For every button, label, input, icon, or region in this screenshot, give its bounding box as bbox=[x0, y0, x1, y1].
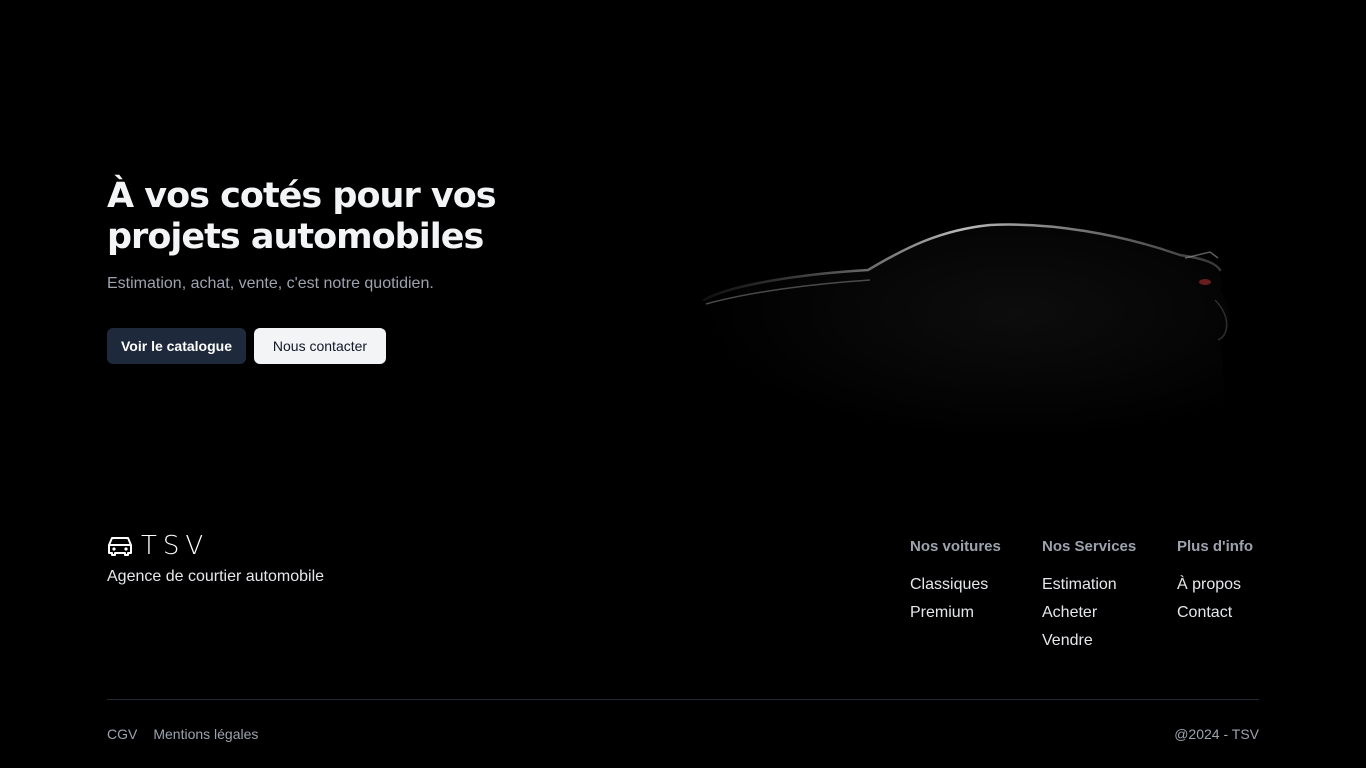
footer-link-estimation[interactable]: Estimation bbox=[1042, 571, 1136, 599]
logo-text: TSV bbox=[141, 531, 210, 561]
cgv-link[interactable]: CGV bbox=[107, 726, 137, 742]
footer-column-plus-info: Plus d'info À propos Contact bbox=[1177, 538, 1253, 627]
catalogue-button[interactable]: Voir le catalogue bbox=[107, 328, 246, 364]
hero-subtitle: Estimation, achat, vente, c'est notre qu… bbox=[107, 275, 434, 292]
legal-links: CGV Mentions légales bbox=[107, 726, 258, 742]
footer-logo[interactable]: TSV bbox=[107, 533, 209, 559]
footer-tagline: Agence de courtier automobile bbox=[107, 568, 325, 585]
footer-column-nos-voitures: Nos voitures Classiques Premium bbox=[910, 538, 1001, 627]
car-silhouette-image bbox=[698, 223, 1230, 440]
contact-button[interactable]: Nous contacter bbox=[254, 328, 386, 364]
footer-link-classiques[interactable]: Classiques bbox=[910, 571, 1001, 599]
footer-link-a-propos[interactable]: À propos bbox=[1177, 571, 1253, 599]
footer-column-heading: Nos voitures bbox=[910, 538, 1001, 555]
footer-link-premium[interactable]: Premium bbox=[910, 599, 1001, 627]
hero-title: À vos cotés pour vos projets automobiles bbox=[107, 176, 497, 257]
footer-column-heading: Plus d'info bbox=[1177, 538, 1254, 555]
footer-link-vendre[interactable]: Vendre bbox=[1042, 627, 1136, 655]
mentions-legales-link[interactable]: Mentions légales bbox=[153, 726, 258, 742]
copyright-text: @2024 - TSV bbox=[1174, 726, 1259, 742]
footer-column-nos-services: Nos Services Estimation Acheter Vendre bbox=[1042, 538, 1136, 655]
footer-link-contact[interactable]: Contact bbox=[1177, 599, 1253, 627]
footer-link-acheter[interactable]: Acheter bbox=[1042, 599, 1136, 627]
footer-column-heading: Nos Services bbox=[1042, 538, 1137, 555]
page: À vos cotés pour vos projets automobiles… bbox=[0, 0, 1366, 768]
footer-divider bbox=[107, 699, 1259, 700]
car-icon bbox=[108, 537, 132, 556]
